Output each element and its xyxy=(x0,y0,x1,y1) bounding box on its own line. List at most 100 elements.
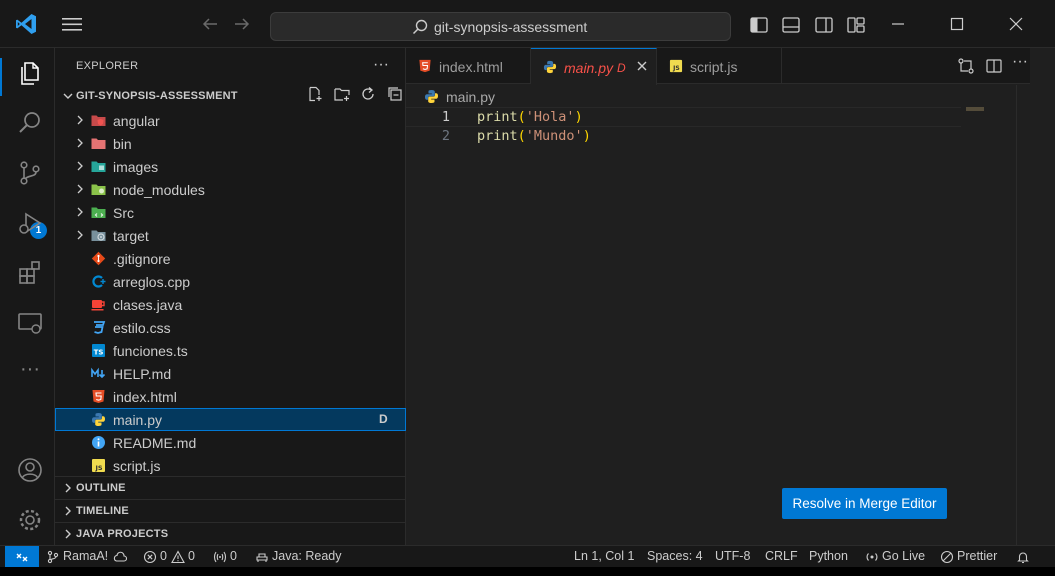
refresh-icon[interactable] xyxy=(360,86,376,102)
file-item-script-js[interactable]: JS script.js xyxy=(55,454,406,477)
info-icon xyxy=(92,436,105,449)
deleted-decoration: D xyxy=(379,412,388,426)
extensions-icon[interactable] xyxy=(16,259,44,287)
settings-gear-icon[interactable] xyxy=(16,506,44,534)
new-folder-icon[interactable] xyxy=(334,86,350,102)
markdown-icon xyxy=(91,367,106,379)
css-icon xyxy=(94,321,106,334)
maximize-icon[interactable] xyxy=(945,12,969,36)
menu-icon[interactable] xyxy=(60,14,84,34)
more-icon[interactable]: ··· xyxy=(16,359,44,387)
file-item-gitignore[interactable]: .gitignore xyxy=(55,247,406,270)
folder-name: target xyxy=(113,228,149,244)
status-bar: RamaA! 0 0 0 Java: Ready Ln 1, Col 1 Spa… xyxy=(0,545,1055,567)
timeline-section[interactable]: TIMELINE xyxy=(55,499,406,521)
file-item-readme-md[interactable]: README.md xyxy=(55,431,406,454)
java-status[interactable]: Java: Ready xyxy=(272,549,341,563)
folder-item-bin[interactable]: bin xyxy=(55,132,406,155)
file-item-help-md[interactable]: HELP.md xyxy=(55,362,406,385)
line-ending[interactable]: CRLF xyxy=(765,549,798,563)
chevron-right-icon xyxy=(77,184,83,194)
editor-area: index.html main.py D JS script.js ··· ma… xyxy=(406,48,1030,545)
error-count[interactable]: 0 xyxy=(160,549,167,563)
forward-arrow-icon[interactable] xyxy=(232,14,252,34)
folder-item-images[interactable]: images xyxy=(55,155,406,178)
resolve-in-merge-editor-button[interactable]: Resolve in Merge Editor xyxy=(782,488,947,519)
breadcrumb-file: main.py xyxy=(446,89,496,105)
warning-count[interactable]: 0 xyxy=(188,549,195,563)
ports-count[interactable]: 0 xyxy=(230,549,237,563)
file-item-arreglos-cpp[interactable]: arreglos.cpp xyxy=(55,270,406,293)
run-debug-icon[interactable] xyxy=(16,209,44,237)
angular-folder-icon xyxy=(91,115,106,126)
tab-script-js[interactable]: JS script.js xyxy=(657,48,782,84)
window-bottom-edge xyxy=(0,567,1055,576)
file-item-main-py[interactable]: main.py D xyxy=(55,408,406,431)
images-folder-icon xyxy=(91,161,106,172)
minimap[interactable] xyxy=(966,107,984,111)
toggle-panel-icon[interactable] xyxy=(781,15,801,35)
svg-text:TS: TS xyxy=(94,349,104,357)
line-number: 1 xyxy=(441,109,450,125)
vertical-scrollbar[interactable] xyxy=(1016,85,1030,545)
html-icon xyxy=(92,390,105,403)
folder-name: bin xyxy=(113,136,132,152)
collapse-all-icon[interactable] xyxy=(387,86,403,102)
cursor-position[interactable]: Ln 1, Col 1 xyxy=(574,549,634,563)
close-tab-icon[interactable] xyxy=(635,59,649,73)
indentation[interactable]: Spaces: 4 xyxy=(647,549,703,563)
notifications-bell-icon[interactable] xyxy=(1016,550,1030,564)
chevron-right-icon xyxy=(65,529,71,539)
sync-cloud-icon[interactable] xyxy=(113,550,127,564)
folder-item-src[interactable]: Src xyxy=(55,201,406,224)
prettier-icon xyxy=(940,550,954,564)
minimize-icon[interactable] xyxy=(886,12,910,36)
prettier[interactable]: Prettier xyxy=(957,549,997,563)
accounts-icon[interactable] xyxy=(16,456,44,484)
file-item-clases-java[interactable]: clases.java xyxy=(55,293,406,316)
folder-item-node-modules[interactable]: node_modules xyxy=(55,178,406,201)
java-projects-section[interactable]: JAVA PROJECTS xyxy=(55,522,406,544)
outline-label: OUTLINE xyxy=(76,482,126,494)
remote-explorer-icon[interactable] xyxy=(16,309,44,337)
customize-layout-icon[interactable] xyxy=(846,15,866,35)
folder-item-angular[interactable]: angular xyxy=(55,109,406,132)
source-control-icon[interactable] xyxy=(16,159,44,187)
go-live-icon xyxy=(866,553,878,561)
search-icon[interactable] xyxy=(16,109,44,137)
remote-indicator[interactable] xyxy=(5,546,39,567)
line-content: print('Mundo') xyxy=(477,128,591,144)
back-arrow-icon[interactable] xyxy=(200,14,220,34)
svg-text:JS: JS xyxy=(94,464,102,472)
explorer-icon[interactable] xyxy=(16,59,44,87)
code-editor[interactable]: 1 print('Hola') 2 print('Mundo') xyxy=(406,107,966,147)
command-center-search[interactable]: git-synopsis-assessment xyxy=(270,12,731,41)
close-window-icon[interactable] xyxy=(1004,12,1028,36)
encoding[interactable]: UTF-8 xyxy=(715,549,750,563)
chevron-right-icon xyxy=(77,115,83,125)
new-file-icon[interactable] xyxy=(307,86,323,102)
file-item-index-html[interactable]: index.html xyxy=(55,385,406,408)
branch-name[interactable]: RamaA! xyxy=(63,549,108,563)
toggle-secondary-sidebar-icon[interactable] xyxy=(814,15,834,35)
go-live[interactable]: Go Live xyxy=(882,549,925,563)
outline-section[interactable]: OUTLINE xyxy=(55,476,406,498)
target-folder-icon xyxy=(91,230,106,241)
python-icon xyxy=(92,413,105,426)
language-mode[interactable]: Python xyxy=(809,549,848,563)
toggle-primary-sidebar-icon[interactable] xyxy=(749,15,769,35)
error-icon xyxy=(143,550,157,564)
editor-more-actions-icon[interactable]: ··· xyxy=(1012,53,1030,71)
node-modules-folder-icon xyxy=(91,184,106,195)
file-item-estilo-css[interactable]: estilo.css xyxy=(55,316,406,339)
open-changes-icon[interactable] xyxy=(957,57,975,75)
explorer-title: EXPLORER xyxy=(76,60,139,72)
split-editor-icon[interactable] xyxy=(985,57,1003,75)
folder-item-target[interactable]: target xyxy=(55,224,406,247)
file-item-funciones-ts[interactable]: TS funciones.ts xyxy=(55,339,406,362)
explorer-more-actions[interactable]: ··· xyxy=(373,56,389,74)
tab-index-html[interactable]: index.html xyxy=(406,48,531,84)
tab-main-py[interactable]: main.py D xyxy=(531,48,657,85)
ports-icon xyxy=(213,551,227,563)
java-icon xyxy=(91,300,105,311)
